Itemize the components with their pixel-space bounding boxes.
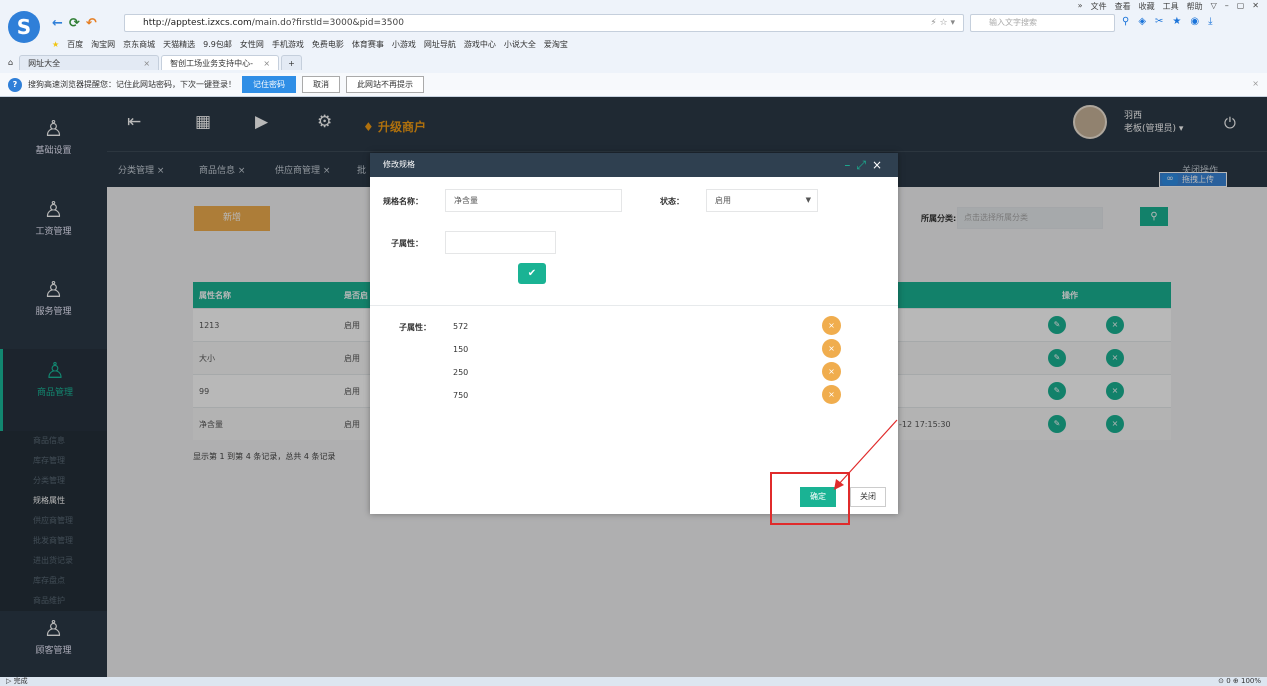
bookmark-item[interactable]: 女性网 [240,39,264,50]
close-icon: × [828,344,835,353]
sub-list-label: 子属性： [399,323,431,332]
top-menu-item[interactable]: ▽ [1211,1,1217,12]
dialog-controls: –⤢× [844,153,888,177]
bookmark-item[interactable]: 免费电影 [312,39,344,50]
spec-name-input[interactable]: 净含量 [445,189,622,212]
edit-spec-dialog: 修改规格 –⤢× 规格名称： 净含量 状态： 启用 ▼ 子属性： ✔ 子属性： … [370,153,898,514]
never-prompt-button[interactable]: 此网站不再提示 [346,76,424,93]
top-menu-item[interactable]: 收藏 [1139,1,1155,12]
cancel-button[interactable]: 取消 [302,76,340,93]
bookmark-item[interactable]: 网址导航 [424,39,456,50]
maximize-icon[interactable]: ⤢ [856,158,872,172]
browser-chrome: S » 文件 查看 收藏 工具 帮助 ▽ – ▢ ✕ ← ⟳ ↶ http://… [0,0,1267,97]
dialog-title: 修改规格 [383,160,415,169]
close-icon: × [828,321,835,330]
browser-tab[interactable]: 网址大全 × [19,55,160,71]
browser-tab-active[interactable]: 智创工场业务支持中心- × [161,55,280,71]
bookmark-item[interactable]: 体育赛事 [352,39,384,50]
remove-sub-attr-button[interactable]: × [822,339,841,358]
status-text: 完成 [13,677,28,685]
extension-icon[interactable]: ◉ [1190,16,1199,27]
undo-icon[interactable]: ↶ [86,16,97,31]
bookmark-item[interactable]: 小说大全 [504,39,536,50]
close-icon[interactable]: × [872,158,888,172]
bookmark-item[interactable]: 京东商城 [123,39,155,50]
notify-text: 搜狗高速浏览器提醒您：记住此网站密码，下次一键登录！ [28,80,236,89]
sogou-browser-logo[interactable]: S [8,11,40,43]
check-icon: ✔ [527,268,537,279]
close-icon[interactable]: × [1252,79,1259,88]
divider [370,305,898,306]
spec-name-label: 规格名称： [383,197,423,206]
tab-label: 智创工场业务支持中心- [170,59,253,68]
minimize-icon[interactable]: – [844,158,856,172]
nav-controls: ← ⟳ ↶ [52,14,97,32]
close-icon: × [828,390,835,399]
status-select[interactable]: 启用 ▼ [706,189,818,212]
add-sub-attr-button[interactable]: ✔ [518,263,546,284]
bookmark-item[interactable]: 淘宝网 [91,39,115,50]
status-icon: ▷ [6,677,12,685]
dialog-header: 修改规格 –⤢× [370,153,898,177]
search-icon[interactable]: ⚲ [1122,16,1129,27]
bookmark-item[interactable]: 手机游戏 [272,39,304,50]
top-menu-item[interactable]: » [1078,1,1083,12]
url-host: http://apptest.izxcs.com [143,18,252,28]
star-icon: ★ [52,39,60,49]
browser-top-menu: » 文件 查看 收藏 工具 帮助 ▽ – ▢ ✕ [1078,1,1259,12]
bookmark-item[interactable]: 天猫精选 [163,39,195,50]
top-menu-item[interactable]: 查看 [1115,1,1131,12]
star-icon[interactable]: ⚡ ☆ ▾ [930,15,955,31]
top-menu-item[interactable]: 帮助 [1187,1,1203,12]
status-label: 状态： [660,197,684,206]
close-tab-icon[interactable]: × [143,56,150,71]
maximize-button[interactable]: ▢ [1237,1,1245,12]
bookmarks-bar: ★ 百度 淘宝网 京东商城 天猫精选 9.9包邮 女性网 手机游戏 免费电影 体… [52,37,568,51]
new-tab-button[interactable]: + [281,55,302,70]
bookmark-item[interactable]: 小游戏 [392,39,416,50]
minimize-button[interactable]: – [1225,1,1229,12]
top-menu-item[interactable]: 文件 [1091,1,1107,12]
close-window-button[interactable]: ✕ [1252,1,1259,12]
sub-attr-value: 150 [453,345,469,354]
sub-attr-value: 572 [453,322,469,331]
remove-sub-attr-button[interactable]: × [822,316,841,335]
bookmark-item[interactable]: 爱淘宝 [544,39,568,50]
sub-attr-input[interactable] [445,231,556,254]
tab-label: 网址大全 [28,59,61,68]
url-path: /main.do?firstId=3000&pid=3500 [251,18,404,28]
bookmark-item[interactable]: 游戏中心 [464,39,496,50]
sub-attr-label: 子属性： [391,239,423,248]
extension-icon[interactable]: ◈ [1138,16,1146,27]
annotation-highlight-box [770,472,850,525]
extension-icons: ⚲ ◈ ✂ ★ ◉ ⤓ [1122,16,1213,27]
password-notify-bar: ? 搜狗高速浏览器提醒您：记住此网站密码，下次一键登录！ 记住密码 取消 此网站… [0,73,1267,96]
remove-sub-attr-button[interactable]: × [822,385,841,404]
question-icon: ? [8,77,22,92]
close-tab-icon[interactable]: × [263,56,270,71]
download-icon[interactable]: ⤓ [1208,16,1212,27]
sub-attr-value: 750 [453,391,469,400]
refresh-icon[interactable]: ⟳ [69,16,80,31]
tools-icon[interactable]: ✂ [1155,16,1163,27]
extension-icon[interactable]: ★ [1172,16,1181,27]
address-bar[interactable]: http://apptest.izxcs.com/main.do?firstId… [124,14,964,32]
browser-status-bar: ▷ 完成 ⊙ 0 ⊕ 100% [0,677,1267,686]
browser-search-input[interactable]: 输入文字搜索 [970,14,1115,32]
remove-sub-attr-button[interactable]: × [822,362,841,381]
close-icon: × [828,367,835,376]
browser-tabs: ⌂ 网址大全 × 智创工场业务支持中心- × + [0,54,1267,70]
close-button[interactable]: 关闭 [850,487,886,507]
save-password-button[interactable]: 记住密码 [242,76,296,93]
back-arrow-icon[interactable]: ← [52,16,63,31]
chevron-down-icon: ▼ [805,196,811,204]
bookmark-item[interactable]: 9.9包邮 [203,39,232,50]
top-menu-item[interactable]: 工具 [1163,1,1179,12]
zoom-status[interactable]: ⊙ 0 ⊕ 100% [1218,677,1261,686]
status-select-value: 启用 [715,196,731,205]
bookmark-item[interactable]: 百度 [67,39,83,50]
home-icon[interactable]: ⌂ [0,55,19,70]
sub-attr-value: 250 [453,368,469,377]
